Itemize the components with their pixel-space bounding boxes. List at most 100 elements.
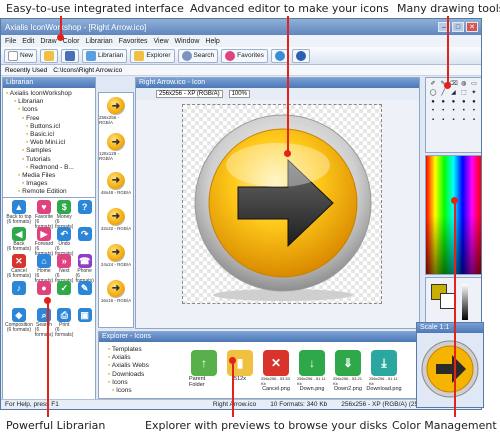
tool-icon[interactable]: ◢ (449, 90, 457, 97)
format-thumbnail[interactable]: ➜ 48x48 - RGB/A (99, 165, 133, 201)
format-thumbnail[interactable]: ➜ 256x256 - RGB/A (99, 93, 133, 129)
format-thumbnail[interactable]: ➜ 128x128 - RGB/A (99, 129, 133, 165)
librarian-item[interactable]: ▶Forward(6 formats) (35, 227, 53, 257)
open-button[interactable] (40, 48, 59, 63)
tool-icon[interactable]: ▪ (439, 117, 447, 124)
tree-node[interactable]: ▪ Axialis IconWorkshop (6, 90, 92, 98)
tool-icon[interactable]: ● (470, 99, 478, 106)
explorer-tree-node[interactable]: ▪ Icons (102, 379, 182, 387)
format-thumbnail[interactable]: ➜ 16x16 - RGB/A (99, 273, 133, 309)
tool-icon[interactable]: ▪ (429, 117, 437, 124)
tool-icon[interactable]: ◯ (429, 90, 437, 97)
explorer-tree-node[interactable]: ▪ Icons (102, 387, 182, 395)
librarian-button[interactable]: Librarian (82, 48, 128, 63)
menu-item-4[interactable]: Librarian (85, 38, 112, 45)
menu-item-7[interactable]: Window (175, 38, 200, 45)
recent-label[interactable]: Recently Used (5, 67, 47, 74)
librarian-item[interactable]: »Next(6 formats) (55, 254, 73, 284)
tree-node[interactable]: ▪ Free (6, 115, 92, 123)
tool-icon[interactable]: ◍ (460, 81, 468, 88)
explorer-button[interactable]: Explorer (130, 48, 175, 63)
explorer-tree-node[interactable]: ▪ Templates (102, 346, 182, 354)
librarian-item[interactable]: ⌂Home(6 formats) (35, 254, 53, 284)
tool-icon[interactable]: • (470, 108, 478, 115)
explorer-file[interactable]: ⇓ 256x256 - 53.21 Kb Down2.png (333, 350, 363, 392)
tree-node[interactable]: ▪ Tutorials (6, 156, 92, 164)
tree-node[interactable]: ▪ Basic.icl (6, 131, 92, 139)
tool-icon[interactable]: ● (439, 99, 447, 106)
menu-item-0[interactable]: File (5, 38, 16, 45)
explorer-tree-node[interactable]: ▪ Downloads (102, 371, 182, 379)
librarian-item[interactable]: ✎ (75, 281, 93, 307)
librarian-item[interactable]: ↷ (75, 227, 93, 253)
explorer-file[interactable]: ⤓ 256x256 - 51.11 Kb Download.png (366, 350, 402, 392)
librarian-item[interactable]: ✓ (55, 281, 73, 307)
librarian-item[interactable]: ? (75, 200, 93, 226)
menu-item-2[interactable]: Draw (40, 38, 56, 45)
drawing-canvas[interactable] (182, 104, 382, 304)
librarian-item[interactable]: $Money(6 formats) (55, 200, 73, 230)
tree-node[interactable]: ▪ Images (6, 180, 92, 188)
explorer-tree-node[interactable]: ▪ Axialis Webs (102, 362, 182, 370)
tree-node[interactable]: ▪ Redmond - B... (6, 164, 92, 172)
tool-icon[interactable]: ✦ (470, 90, 478, 97)
new-button[interactable]: New (4, 48, 38, 63)
menu-item-3[interactable]: Color (63, 38, 80, 45)
librarian-item[interactable]: ▲ Back to top (6 formats) (5, 200, 33, 226)
tool-icon[interactable]: • (439, 108, 447, 115)
tree-node[interactable]: ▪ Web Mini.icl (6, 139, 92, 147)
tool-icon[interactable]: ● (449, 99, 457, 106)
tree-node[interactable]: ▪ Librarian (6, 98, 92, 106)
tool-icon[interactable]: ● (429, 99, 437, 106)
librarian-item[interactable]: ✕ Cancel (6 formats) (5, 254, 33, 280)
librarian-item[interactable]: ♪ (5, 281, 33, 307)
tree-node[interactable]: ▪ Samples (6, 147, 92, 155)
tool-icon[interactable]: ▪ (449, 117, 457, 124)
tool-icon[interactable]: • (429, 108, 437, 115)
tree-node[interactable]: ▪ Icons (6, 106, 92, 114)
tree-node[interactable]: ▪ Remote Edition (6, 188, 92, 196)
tool-icon[interactable]: ▭ (470, 81, 478, 88)
menu-item-8[interactable]: Help (205, 38, 219, 45)
librarian-item[interactable]: ↶Undo(6 formats) (55, 227, 73, 257)
favorites-button[interactable]: Favorites (221, 48, 268, 63)
tool-icon[interactable]: • (449, 108, 457, 115)
format-thumbnail[interactable]: ➜ 24x24 - RGB/A (99, 237, 133, 273)
format-thumbnail[interactable]: ➜ 32x32 - RGB/A (99, 201, 133, 237)
librarian-item[interactable]: ♥Favorite(6 formats) (35, 200, 53, 230)
zoom-select[interactable]: 100% (228, 90, 250, 98)
tool-icon[interactable]: ⬚ (460, 90, 468, 97)
menu-item-1[interactable]: Edit (22, 38, 34, 45)
explorer-file[interactable]: ▮ 512x (225, 350, 255, 392)
librarian-item[interactable]: ▣ (75, 308, 93, 334)
current-path[interactable]: C:\Icons\Right Arrow.ico (53, 67, 122, 74)
close-button[interactable]: ✕ (466, 22, 478, 32)
librarian-item[interactable]: ● (35, 281, 53, 307)
search-button[interactable]: Search (177, 48, 219, 63)
explorer-file-list: ↑ Parent Folder ▮ 512x ✕ 256x256 - 53.53 Kb Ca… (189, 350, 402, 392)
tool-icon[interactable]: ● (460, 99, 468, 106)
explorer-file[interactable]: ↑ Parent Folder (189, 350, 219, 392)
tool-icon[interactable]: ✐ (429, 81, 437, 88)
librarian-item[interactable]: ⌕ Search (6 formats) (35, 308, 53, 338)
maximize-button[interactable]: □ (452, 22, 464, 32)
menu-item-5[interactable]: Favorites (119, 38, 148, 45)
menu-item-6[interactable]: View (153, 38, 168, 45)
tool-icon[interactable]: ▪ (470, 117, 478, 124)
explorer-tree-node[interactable]: ▪ Axialis (102, 354, 182, 362)
help-button[interactable] (291, 48, 310, 63)
librarian-item[interactable]: ☎Phone(6 formats) (75, 254, 94, 284)
explorer-file[interactable]: ↓ 256x256 - 51.11 Kb Down.png (297, 350, 327, 392)
tool-icon[interactable]: ╱ (439, 90, 447, 97)
tool-icon[interactable]: • (460, 108, 468, 115)
tree-node[interactable]: ▪ Buttons.icl (6, 123, 92, 131)
format-select[interactable]: 256x256 - XP (RGB/A) (156, 90, 223, 98)
librarian-item[interactable]: ◆ Composition (6 formats) (5, 308, 33, 334)
tool-icon[interactable]: ▪ (460, 117, 468, 124)
tree-node[interactable]: ▪ Media Files (6, 172, 92, 180)
opacity-slider[interactable] (462, 284, 468, 320)
librarian-item[interactable]: ◀ Back (6 formats) (5, 227, 33, 253)
explorer-file[interactable]: ✕ 256x256 - 53.53 Kb Cancel.png (261, 350, 291, 392)
librarian-item[interactable]: ⎙ Print (6 formats) (55, 308, 73, 338)
save-button[interactable] (61, 48, 80, 63)
